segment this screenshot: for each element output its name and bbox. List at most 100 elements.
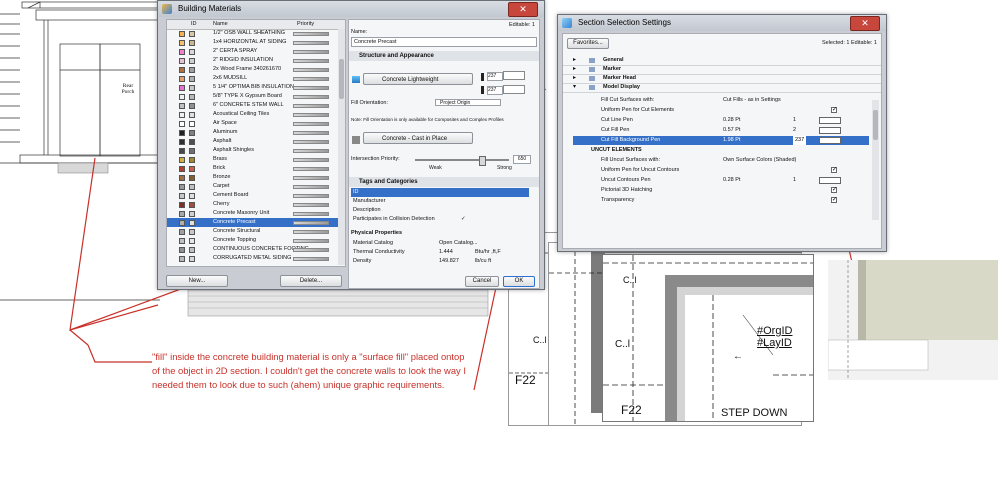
material-name-field[interactable]: Concrete Precast [351, 37, 537, 47]
material-row[interactable]: 2" RIDGID INSULATION [167, 56, 345, 65]
section-scrollbar[interactable] [872, 100, 879, 220]
material-row[interactable]: 5 1/4" OPTIMA BIB INSULATION [167, 83, 345, 92]
material-row[interactable]: CORRUGATED METAL SIDING [167, 254, 345, 263]
material-row[interactable]: Concrete Structural [167, 227, 345, 236]
cut-fill-dropdown[interactable]: Concrete Lightweight [363, 73, 473, 85]
tag-row[interactable]: Description [351, 206, 529, 215]
model-display-row[interactable]: Transparency ✓ [573, 196, 869, 205]
setting-pen-swatch[interactable] [819, 117, 841, 124]
fill-orientation-dropdown[interactable]: Project Origin [435, 99, 501, 106]
materials-scrollbar[interactable] [338, 29, 345, 265]
material-row[interactable]: CONTINUOUS CONCRETE FOOTING [167, 245, 345, 254]
slider-thumb[interactable] [479, 156, 486, 166]
material-row[interactable]: Concrete Topping [167, 236, 345, 245]
material-row[interactable]: Aluminum [167, 128, 345, 137]
material-row[interactable]: Acoustical Ceiling Tiles [167, 110, 345, 119]
favorites-button[interactable]: Favorites... [567, 38, 609, 49]
material-row[interactable]: 5/8" TYPE X Gypsum Board [167, 92, 345, 101]
materials-scrollbar-thumb[interactable] [339, 59, 344, 99]
tag-row[interactable]: Manufacturer [351, 197, 529, 206]
model-display-row[interactable]: Cut Line Pen 0.28 Pt 1 [573, 116, 869, 125]
material-row[interactable]: Asphalt Shingles [167, 146, 345, 155]
col-priority-header[interactable]: Priority [297, 20, 314, 29]
setting-pen-number[interactable]: 2 [793, 126, 796, 135]
setting-value[interactable]: 0.57 Pt [723, 126, 740, 135]
material-row[interactable]: Brick [167, 164, 345, 173]
setting-checkbox[interactable]: ✓ [831, 107, 837, 113]
material-row[interactable]: Bronze [167, 173, 345, 182]
setting-value[interactable]: Own Surface Colors (Shaded) [723, 156, 796, 165]
tag-row[interactable]: Participates in Collision Detection ✓ [351, 215, 529, 224]
section-settings-titlebar[interactable]: Section Selection Settings ✕ [558, 15, 886, 31]
setting-checkbox[interactable]: ✓ [831, 197, 837, 203]
material-row[interactable]: Asphalt [167, 137, 345, 146]
model-display-row[interactable]: Pictorial 3D Hatching ✓ [573, 186, 869, 195]
model-display-row[interactable]: Fill Uncut Surfaces with: Own Surface Col… [573, 156, 869, 165]
section-scrollbar-thumb[interactable] [873, 110, 878, 140]
delete-material-button[interactable]: Delete... [280, 275, 342, 287]
physical-property-row[interactable]: Thermal Conductivity 1.444 Btu/hr ,ft,F [351, 248, 529, 257]
pen-swatch-2[interactable] [503, 85, 525, 94]
material-row[interactable]: Air Space [167, 119, 345, 128]
material-row[interactable]: 2x6 MUDSILL [167, 74, 345, 83]
setting-checkbox[interactable]: ✓ [831, 167, 837, 173]
setting-value[interactable]: 0.28 Pt [723, 176, 740, 185]
pen-swatch-1[interactable] [503, 71, 525, 80]
expand-arrow-icon[interactable]: ▸ [573, 56, 576, 65]
setting-pen-swatch[interactable] [819, 127, 841, 134]
expand-arrow-icon[interactable]: ▾ [573, 83, 576, 92]
model-display-row[interactable]: Fill Cut Surfaces with: Cut Fills - as in… [573, 96, 869, 105]
new-material-button[interactable]: New... [166, 275, 228, 287]
model-display-row[interactable]: Cut Fill Pen 0.57 Pt 2 [573, 126, 869, 135]
material-row[interactable]: 2x Wood Frame 340261670 [167, 65, 345, 74]
setting-value[interactable]: Cut Fills - as in Settings [723, 96, 781, 105]
physical-property-value[interactable]: 1.444 [439, 248, 453, 257]
tag-value[interactable]: ✓ [461, 215, 466, 224]
tags-categories-header[interactable]: Tags and Categories [349, 177, 539, 187]
expand-arrow-icon[interactable]: ▸ [573, 65, 576, 74]
surface-dropdown[interactable]: Concrete - Cast in Place [363, 132, 473, 144]
setting-value[interactable]: 1.98 Pt [723, 136, 740, 145]
settings-group-header[interactable]: ▾ Model Display [563, 83, 881, 93]
setting-value[interactable]: 0.28 Pt [723, 116, 740, 125]
model-display-row[interactable]: Uniform Pen for Cut Elements ✓ [573, 106, 869, 115]
pen-number-field-2[interactable]: 237 [487, 86, 503, 95]
physical-property-value[interactable]: Open Catalog... [439, 239, 478, 248]
material-row[interactable]: 6" CONCRETE STEM WALL [167, 101, 345, 110]
physical-property-row[interactable]: Material Catalog Open Catalog... [351, 239, 529, 248]
ok-button[interactable]: OK [503, 276, 535, 287]
col-id-header[interactable]: ID [191, 20, 197, 29]
setting-pen-number[interactable]: 237 [793, 136, 807, 145]
expand-arrow-icon[interactable]: ▸ [573, 74, 576, 83]
pen-number-field-1[interactable]: 237 [487, 72, 503, 81]
physical-properties-header[interactable]: Physical Properties [351, 230, 402, 236]
intersection-priority-field[interactable]: 650 [513, 155, 531, 164]
material-row[interactable]: Cherry [167, 200, 345, 209]
tag-row[interactable]: ID [351, 188, 529, 197]
physical-property-row[interactable]: Density 149.827 lb/cu ft [351, 257, 529, 266]
setting-pen-number[interactable]: 1 [793, 176, 796, 185]
col-name-header[interactable]: Name [213, 20, 228, 29]
model-display-row[interactable]: Uniform Pen for Uncut Contours ✓ [573, 166, 869, 175]
material-row[interactable]: 2" CERTA SPRAY [167, 47, 345, 56]
setting-pen-swatch[interactable] [819, 177, 841, 184]
material-row[interactable]: Cement Board [167, 191, 345, 200]
cancel-button[interactable]: Cancel [465, 276, 499, 287]
physical-property-value[interactable]: 149.827 [439, 257, 459, 266]
model-display-row[interactable]: Uncut Contours Pen 0.28 Pt 1 [573, 176, 869, 185]
close-icon[interactable]: ✕ [508, 2, 538, 17]
material-row[interactable]: Concrete Precast [167, 218, 345, 227]
setting-pen-swatch[interactable] [819, 137, 841, 144]
model-display-row[interactable]: Cut Fill Background Pen 1.98 Pt 237 [573, 136, 869, 145]
setting-checkbox[interactable]: ✓ [831, 187, 837, 193]
model-display-row[interactable]: UNCUT ELEMENTS [573, 146, 869, 155]
section-close-icon[interactable]: ✕ [850, 16, 880, 31]
building-materials-titlebar[interactable]: Building Materials ✕ [158, 1, 544, 17]
setting-pen-number[interactable]: 1 [793, 116, 796, 125]
material-row[interactable]: Carpet [167, 182, 345, 191]
structure-appearance-header[interactable]: Structure and Appearance [349, 51, 539, 61]
material-row[interactable]: Brass [167, 155, 345, 164]
material-row[interactable]: Concrete Masonry Unit [167, 209, 345, 218]
intersection-priority-slider[interactable] [415, 156, 509, 166]
material-row[interactable]: 1x4 HORIZONTAL AT SIDING [167, 38, 345, 47]
